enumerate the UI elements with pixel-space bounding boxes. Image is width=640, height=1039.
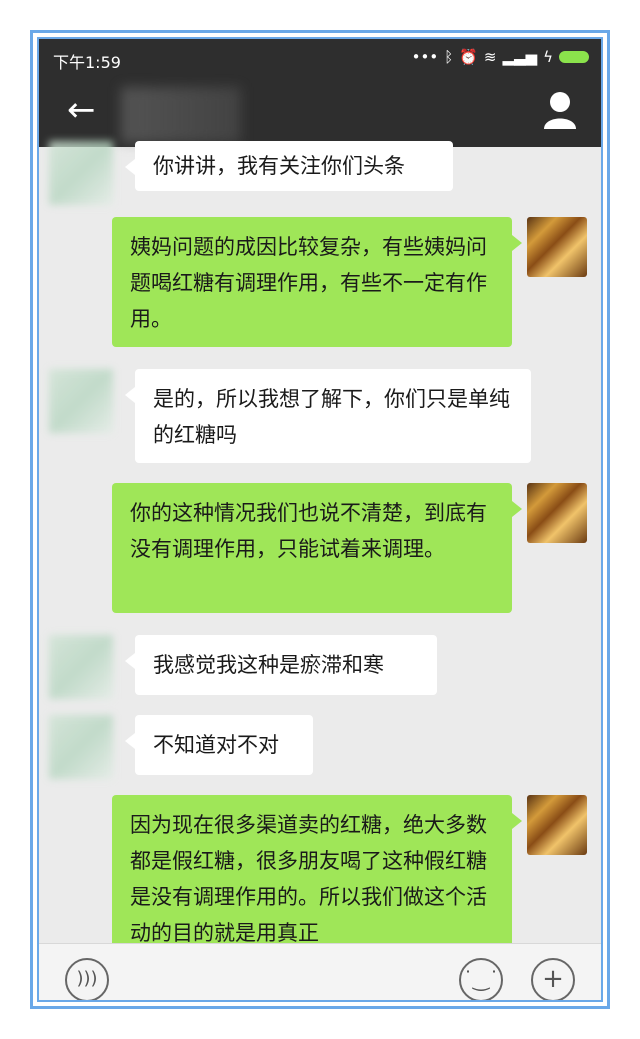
status-icons: ••• ᛒ ⏰ ≋ ▂▃▅ ϟ <box>412 48 589 66</box>
user-avatar[interactable] <box>527 795 587 855</box>
message-bubble-received[interactable]: 是的，所以我想了解下，你们只是单纯的红糖吗 <box>125 369 531 463</box>
message-bubble-received[interactable]: 我感觉我这种是瘀滞和寒 <box>125 635 437 695</box>
status-time: 下午1:59 <box>53 53 121 72</box>
contact-avatar[interactable] <box>49 141 113 205</box>
message-bubble-received[interactable]: 你讲讲，我有关注你们头条 <box>125 141 453 191</box>
back-arrow-icon[interactable]: ← <box>67 93 96 127</box>
signal-icon: ▂▃▅ <box>502 48 538 66</box>
user-avatar[interactable] <box>527 217 587 277</box>
chat-title-bar: ← <box>39 79 601 147</box>
plus-icon[interactable]: + <box>531 958 575 1000</box>
contact-avatar[interactable] <box>49 715 113 779</box>
emoji-icon[interactable]: ˙‿˙ <box>459 958 503 1000</box>
message-bubble-sent[interactable]: 你的这种情况我们也说不清楚，到底有没有调理作用，只能试着来调理。 <box>112 483 522 613</box>
wifi-icon: ≋ <box>483 48 497 66</box>
more-dots-icon: ••• <box>411 48 439 66</box>
phone-screen: 下午1:59 ••• ᛒ ⏰ ≋ ▂▃▅ ϟ ← 你讲讲，我有关注你们头条 姨妈… <box>37 37 603 1002</box>
contact-avatar[interactable] <box>49 635 113 699</box>
battery-icon <box>559 51 589 63</box>
contact-avatar[interactable] <box>49 369 113 433</box>
message-bubble-received[interactable]: 不知道对不对 <box>125 715 313 775</box>
charging-icon: ϟ <box>543 48 553 66</box>
user-avatar[interactable] <box>527 483 587 543</box>
bluetooth-icon: ᛒ <box>444 48 454 66</box>
status-bar: 下午1:59 ••• ᛒ ⏰ ≋ ▂▃▅ ϟ <box>39 39 601 79</box>
input-bar: ))) ˙‿˙ + <box>39 943 601 1000</box>
contact-name-blurred <box>121 87 241 143</box>
alarm-icon: ⏰ <box>459 48 478 66</box>
voice-icon[interactable]: ))) <box>65 958 109 1000</box>
message-bubble-sent[interactable]: 姨妈问题的成因比较复杂，有些姨妈问题喝红糖有调理作用，有些不一定有作用。 <box>112 217 522 347</box>
person-icon[interactable] <box>543 91 577 129</box>
message-list[interactable]: 你讲讲，我有关注你们头条 姨妈问题的成因比较复杂，有些姨妈问题喝红糖有调理作用，… <box>39 141 601 995</box>
